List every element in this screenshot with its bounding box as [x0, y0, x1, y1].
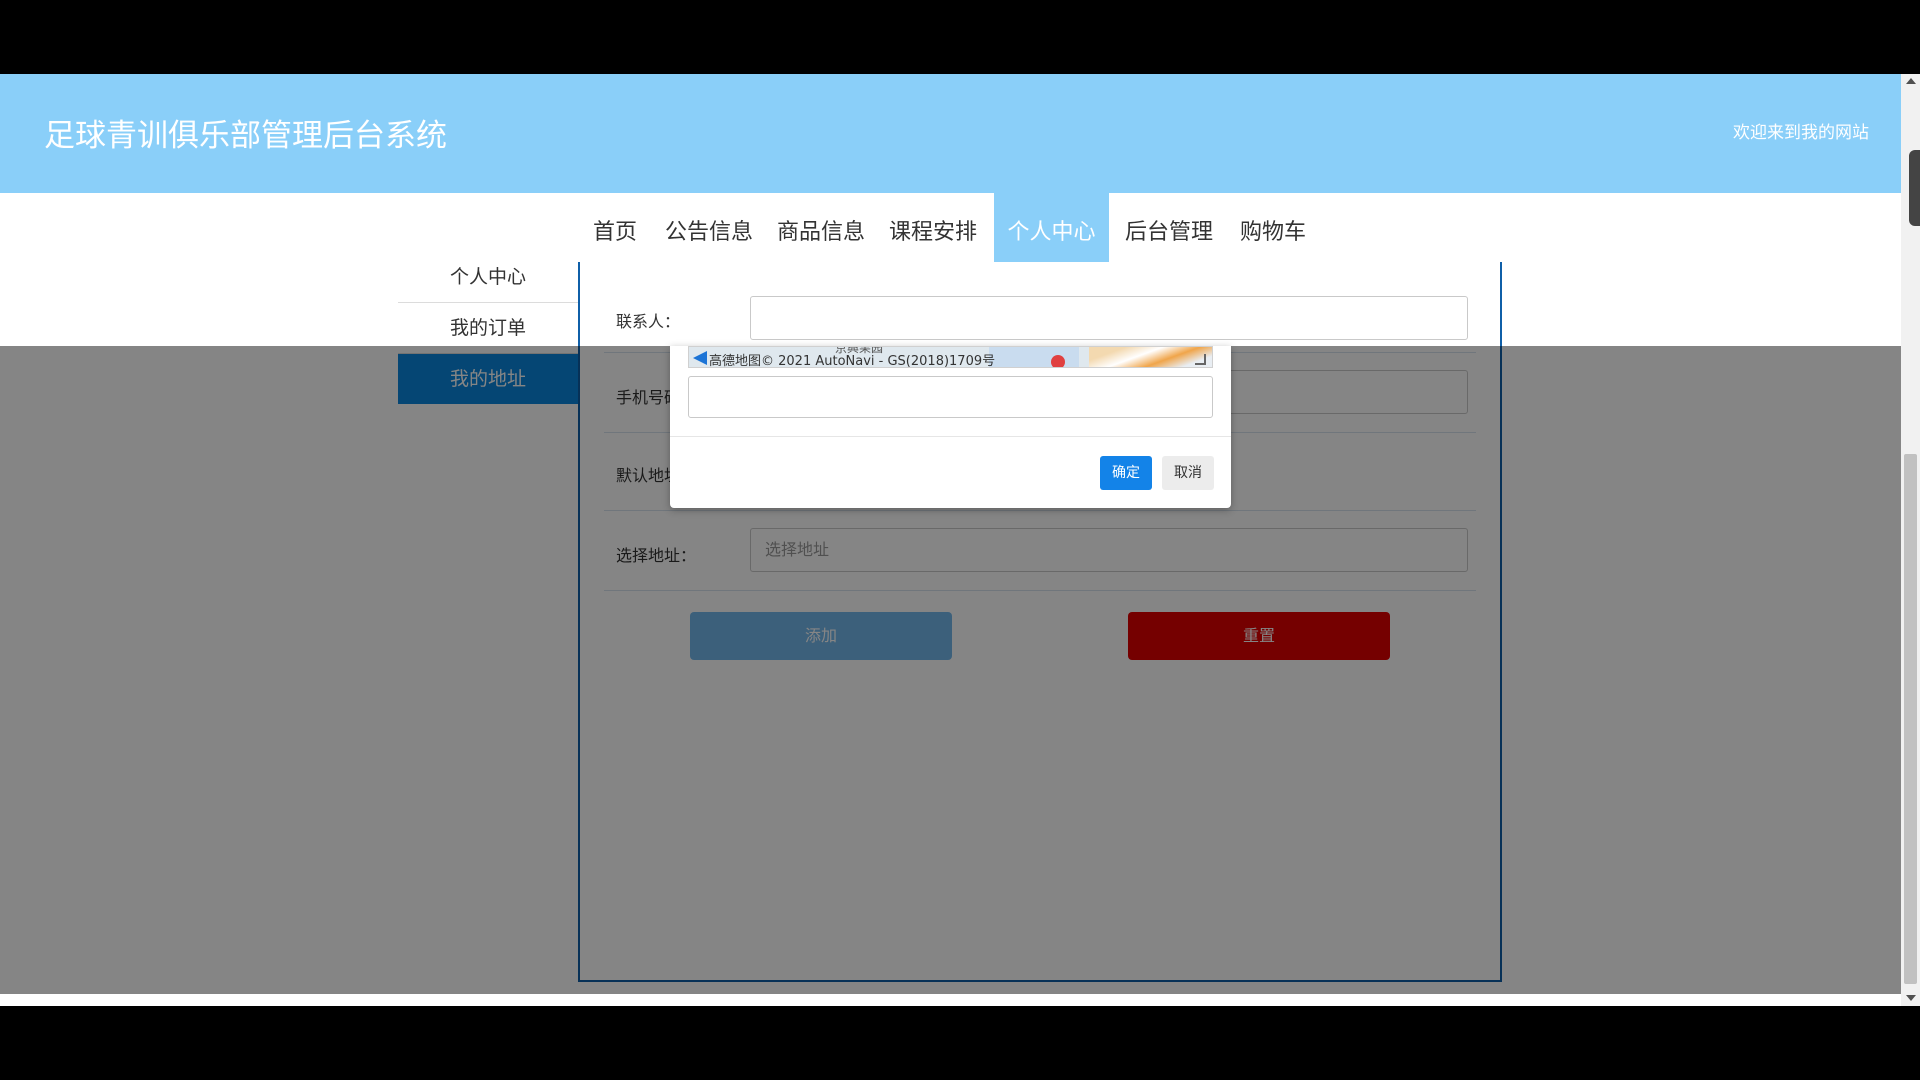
contact-input[interactable]: [750, 296, 1468, 340]
scroll-down-arrow-icon[interactable]: [1906, 995, 1916, 1001]
confirm-button[interactable]: 确定: [1100, 456, 1152, 490]
nav-home[interactable]: 首页: [582, 193, 648, 272]
footer-gap: [0, 994, 1901, 1006]
map-search-input[interactable]: [688, 376, 1213, 418]
nav-cart[interactable]: 购物车: [1230, 193, 1316, 272]
nav-personal-center[interactable]: 个人中心: [994, 193, 1109, 272]
nav-admin[interactable]: 后台管理: [1116, 193, 1222, 272]
nav-products[interactable]: 商品信息: [768, 193, 874, 272]
main-nav: 首页 公告信息 商品信息 课程安排 个人中心 后台管理 购物车: [0, 193, 1901, 272]
side-item-personal-center[interactable]: 个人中心: [398, 252, 578, 303]
navigation-icon: [693, 351, 707, 365]
nav-notices[interactable]: 公告信息: [656, 193, 762, 272]
map-logo: 高德地图: [709, 354, 762, 368]
map-water: [989, 347, 1079, 367]
form-row-contact: 联系人：: [604, 282, 1476, 353]
map-marker-icon: [1051, 355, 1065, 367]
dialog-divider: [670, 436, 1231, 437]
resize-corner-icon[interactable]: [1195, 354, 1206, 365]
site-header: 足球青训俱乐部管理后台系统 欢迎来到我的网站: [0, 74, 1901, 193]
map-view[interactable]: 高德地图 © 2021 AutoNavi - GS(2018)1709号 京興果…: [688, 346, 1213, 368]
nav-schedule[interactable]: 课程安排: [880, 193, 986, 272]
map-place-label: 京興果园: [835, 346, 884, 355]
scroll-up-arrow-icon[interactable]: [1906, 78, 1916, 84]
side-panel-tab[interactable]: [1909, 150, 1920, 226]
browser-viewport: 足球青训俱乐部管理后台系统 欢迎来到我的网站 首页 公告信息 商品信息 课程安排…: [0, 74, 1901, 1006]
address-map-dialog: 高德地图 © 2021 AutoNavi - GS(2018)1709号 京興果…: [670, 346, 1231, 508]
welcome-text: 欢迎来到我的网站: [1733, 123, 1869, 143]
contact-label: 联系人：: [616, 312, 681, 331]
scroll-thumb[interactable]: [1904, 454, 1917, 984]
cancel-button[interactable]: 取消: [1162, 456, 1214, 490]
site-title: 足球青训俱乐部管理后台系统: [44, 118, 447, 154]
